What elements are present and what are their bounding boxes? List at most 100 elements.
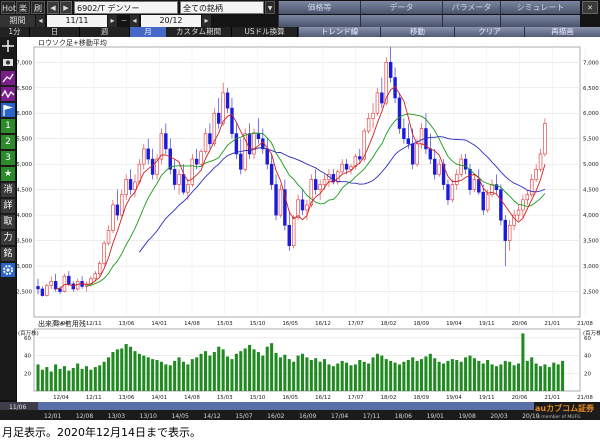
camera-icon[interactable]: [1, 55, 15, 69]
volume-bar: [521, 333, 525, 391]
trendline-button[interactable]: トレンド線: [298, 27, 380, 37]
volume-bar: [424, 356, 428, 391]
symbol-input[interactable]: 6902/T デンソー: [74, 1, 178, 14]
period-from-next-icon[interactable]: ▸: [108, 15, 118, 27]
volume-bar: [49, 371, 53, 391]
volume-bar: [151, 359, 155, 391]
chart-area[interactable]: ロウソク足+移動平均 2,500 3,000 3,500 4,000 4,500 5,00…: [17, 37, 600, 402]
trade-button[interactable]: 取: [1, 215, 15, 229]
print-tag[interactable]: 刷: [31, 1, 45, 14]
flag-icon[interactable]: [1, 103, 15, 117]
volume-bar: [406, 360, 410, 391]
preset-3-button[interactable]: 3: [1, 151, 15, 165]
toolbar-row2: 期間 ◂ 11/11 ▸ ~ ◂ 20/12 ▸: [0, 15, 600, 27]
gear-icon[interactable]: [1, 263, 15, 277]
candle-up: [102, 242, 106, 264]
nav-next-icon[interactable]: ▶: [60, 1, 72, 14]
period-to-next-icon[interactable]: ▸: [202, 15, 212, 27]
timeline-label: 14/05: [172, 413, 189, 420]
timeline-bar[interactable]: 11/06 12/01 12/08 13/03 13/10 14/05 14/12 15/0…: [0, 402, 600, 420]
volume-chart-title: 出来高+信用残: [38, 319, 86, 328]
price-y-tick: 5,500: [17, 137, 32, 143]
tab-simulate[interactable]: シミュレート: [500, 1, 580, 14]
volume-bar: [393, 362, 397, 391]
power-button[interactable]: 力: [1, 231, 15, 245]
interval-week[interactable]: 週: [80, 27, 130, 37]
period-to-prev-icon[interactable]: ◂: [130, 15, 140, 27]
volume-bar: [292, 361, 296, 391]
volume-bar: [226, 356, 230, 391]
volume-bar: [270, 343, 274, 391]
volume-x-tick: 15/03: [217, 395, 233, 401]
stock-filter-dropdown[interactable]: 全ての銘柄: [180, 1, 264, 14]
indicator-tag[interactable]: 楽: [16, 1, 30, 14]
price-y-tick-right: 6,000: [583, 111, 599, 117]
candle-down: [499, 189, 503, 221]
candle-up: [366, 118, 371, 132]
tab-parameter-sub[interactable]: [442, 15, 500, 27]
volume-bar: [367, 363, 371, 391]
tab-price[interactable]: 価格等: [278, 1, 360, 14]
timeline-label: 12/08: [76, 413, 93, 420]
preset-2-button[interactable]: 2: [1, 135, 15, 149]
redraw-button[interactable]: 再描画: [524, 27, 600, 37]
volume-bar: [80, 368, 84, 391]
candle-down: [146, 148, 150, 160]
price-y-tick-right: 4,500: [583, 188, 599, 194]
price-y-tick: 5,000: [17, 162, 32, 168]
move-button[interactable]: 移動: [380, 27, 454, 37]
preset-1-button[interactable]: 1: [1, 119, 15, 133]
crosshair-icon[interactable]: [1, 39, 15, 53]
tab-parameter[interactable]: パラメータ: [442, 1, 500, 14]
toolbar-row3: 1分 日 週 月 カスタム期間 USドル換算 トレンド線 移動 クリア 再描画: [0, 27, 600, 37]
period-to-input[interactable]: 20/12: [141, 15, 201, 27]
candle-up: [203, 133, 208, 152]
tab-data-sub[interactable]: [360, 15, 442, 27]
close-icon[interactable]: ✕: [582, 1, 598, 14]
volume-bar: [375, 353, 379, 391]
interval-1min[interactable]: 1分: [0, 27, 30, 37]
candle-up: [450, 184, 455, 201]
candle-up: [375, 92, 380, 114]
tab-data[interactable]: データ: [360, 1, 442, 14]
candle-down: [181, 174, 186, 193]
timeline-label: 16/02: [267, 413, 284, 420]
nav-prev-icon[interactable]: ◀: [47, 1, 59, 14]
candle-up: [133, 181, 137, 190]
price-y-tick-right: 5,500: [583, 137, 599, 143]
period-from-input[interactable]: 11/11: [47, 15, 107, 27]
price-y-tick-right: 7,000: [583, 60, 599, 66]
candle-down: [446, 184, 450, 201]
candle-down: [388, 61, 393, 78]
interval-day[interactable]: 日: [30, 27, 80, 37]
interval-month[interactable]: 月: [130, 27, 166, 37]
volume-bar: [402, 361, 406, 391]
erase-button[interactable]: 消: [1, 183, 15, 197]
volume-bar: [40, 369, 44, 391]
clear-button[interactable]: クリア: [454, 27, 524, 37]
wave-icon[interactable]: [1, 87, 15, 101]
tab-simulate-sub[interactable]: [500, 15, 580, 27]
volume-bar: [173, 360, 177, 391]
volume-bar: [146, 357, 150, 391]
symbol-button[interactable]: 銘: [1, 247, 15, 261]
tab-price-sub[interactable]: [278, 15, 360, 27]
dropdown-chevron-icon[interactable]: ▼: [265, 1, 275, 14]
volume-bar: [539, 366, 543, 391]
candle-down: [402, 128, 406, 139]
volume-bar: [336, 363, 340, 391]
usd-convert-button[interactable]: USドル換算: [232, 27, 298, 37]
volume-bar: [133, 351, 137, 391]
hot-tag[interactable]: Hot: [1, 1, 16, 14]
favorite-star-icon[interactable]: ★: [1, 167, 15, 181]
detail-button[interactable]: 詳: [1, 199, 15, 213]
timeline-range[interactable]: [38, 402, 534, 410]
custom-period-button[interactable]: カスタム期間: [166, 27, 232, 37]
candle-down: [344, 163, 349, 170]
period-from-prev-icon[interactable]: ◂: [36, 15, 46, 27]
candle-down: [269, 163, 274, 185]
line-icon[interactable]: [1, 71, 15, 85]
volume-bar: [208, 355, 212, 391]
candle-up: [199, 151, 203, 165]
candle-up: [322, 179, 327, 185]
